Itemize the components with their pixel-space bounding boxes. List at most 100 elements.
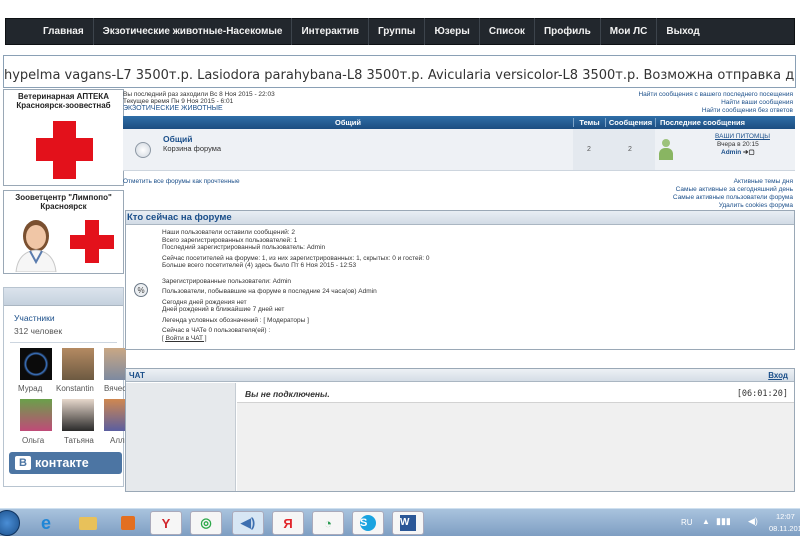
media-player-icon[interactable]	[112, 511, 144, 535]
nav-home[interactable]: Главная	[34, 18, 94, 45]
forum-posts-count: 2	[605, 129, 655, 170]
member-avatars-row2	[16, 399, 126, 433]
most-active-users-link[interactable]: Самые активные пользователи форума	[673, 194, 793, 202]
forum-title-link[interactable]: Общий	[163, 134, 573, 144]
last-post-time: Вчера в 20:15	[717, 141, 759, 148]
marquee-text: hypelma vagans-L7 3500т.р. Lasiodora par…	[4, 68, 795, 83]
member-name[interactable]: Ольга	[22, 436, 44, 445]
avatar[interactable]	[104, 399, 126, 431]
most-active-today-link[interactable]: Самые активные за сегодняшний день	[673, 186, 793, 194]
current-visitors-text: Сейчас посетителей на форуме: 1, из них …	[162, 254, 430, 262]
nav-list[interactable]: Список	[480, 18, 535, 45]
forum-description: Корзина форума	[163, 144, 222, 153]
header-posts: Сообщения	[605, 118, 655, 127]
header-last-posts: Последние сообщения	[655, 118, 795, 127]
vk-logo-icon: В	[15, 456, 31, 470]
header-forum: Общий	[334, 118, 361, 127]
header-topics: Темы	[573, 118, 605, 127]
birthdays-today-text: Сегодня дней рождения нет	[162, 298, 247, 306]
clock-date[interactable]: 08.11.201	[769, 524, 800, 533]
skype-icon[interactable]: S	[352, 511, 384, 535]
chat-login-link[interactable]: Вход	[768, 371, 788, 380]
nav-exotic-animals[interactable]: Экзотические животные-Насекомые	[94, 18, 293, 45]
nav-messages[interactable]: Мои ЛС	[601, 18, 658, 45]
member-name[interactable]: Konstantin	[56, 384, 94, 393]
forum-topics-count: 2	[573, 129, 605, 170]
chat-header: ЧАТ Вход	[126, 369, 794, 382]
yandex-icon[interactable]: Я	[272, 511, 304, 535]
chat-title: ЧАТ	[129, 370, 145, 380]
mark-all-read-link[interactable]: Отметить все форумы как прочтенные	[123, 178, 240, 186]
birthdays-week-text: Дней рождений в ближайшие 7 дней нет	[162, 306, 285, 313]
total-posts-text: Наши пользователи оставили сообщений: 2	[162, 229, 295, 236]
last-post-user-link[interactable]: Admin	[721, 149, 741, 156]
last-registered-text: Последний зарегистрированный пользовател…	[162, 244, 326, 251]
last-post-topic-link[interactable]: ВАШИ ПИТОМЦЫ	[715, 133, 770, 140]
members-widget: Участники 312 человек Мурад Konstantin В…	[3, 287, 131, 487]
doctor-image	[10, 214, 62, 273]
search-unanswered-link[interactable]: Найти сообщения без ответов	[638, 107, 793, 115]
section-link[interactable]: ЭКЗОТИЧЕСКИЕ ЖИВОТНЫЕ	[123, 105, 223, 113]
vet-pharmacy-title: Ветеринарная АПТЕКА Красноярск-зоовестна…	[16, 92, 111, 110]
go-to-post-icon[interactable]: ➔▢	[743, 149, 755, 156]
members-count: 312 человек	[14, 326, 63, 336]
forum-table: Общий Темы Сообщения Последние сообщения…	[123, 116, 795, 171]
user-avatar-icon	[659, 139, 673, 161]
avatar[interactable]	[62, 348, 94, 380]
avatar[interactable]	[62, 399, 94, 431]
avatar[interactable]	[20, 348, 52, 380]
chat-time: [06:01:20]	[736, 389, 788, 399]
chat-panel: ЧАТ Вход Вы не подключены. [06:01:20]	[125, 368, 795, 492]
avatar[interactable]	[104, 348, 126, 380]
total-users-text: Всего зарегистрированных пользователей: …	[162, 236, 298, 244]
clock-time[interactable]: 12:07	[776, 512, 795, 521]
active-topics-link[interactable]: Активные темы дня	[673, 178, 793, 186]
speaker-icon[interactable]: ◀)	[748, 516, 758, 527]
members-title[interactable]: Участники	[4, 306, 123, 323]
enter-chat-link[interactable]: [ Войти в ЧАТ ]	[162, 335, 430, 343]
chat-messages-pane: Вы не подключены. [06:01:20]	[237, 383, 794, 491]
who-is-online-title: Кто сейчас на форуме	[126, 211, 794, 225]
registered-users-text: Зарегистрированные пользователи: Admin	[162, 277, 292, 285]
ie-icon[interactable]: e	[30, 511, 62, 535]
nav-groups[interactable]: Группы	[369, 18, 426, 45]
nav-users[interactable]: Юзеры	[425, 18, 480, 45]
folder-icon[interactable]	[72, 511, 104, 535]
chat-users-text: Сейчас в ЧАТе 0 пользователя(ей) :	[162, 327, 271, 334]
yandex-browser-icon[interactable]: Y	[150, 511, 182, 535]
chat-users-pane	[126, 383, 236, 491]
forum-row: Общий Корзина форума 2 2 ВАШИ ПИТОМЦЫ Вч…	[123, 129, 795, 171]
search-since-last-visit-link[interactable]: Найти сообщения с вашего последнего посе…	[638, 91, 793, 99]
member-avatars-row1	[16, 348, 126, 382]
language-indicator[interactable]: RU	[681, 518, 693, 527]
announcement-marquee: hypelma vagans-L7 3500т.р. Lasiodora par…	[3, 55, 796, 88]
chat-status-text: Вы не подключены.	[245, 389, 330, 399]
delete-cookies-link[interactable]: Удалить cookies форума	[673, 202, 793, 210]
windows-taskbar: e Y ◎ ◀) Я ◔ S W RU ▲ ▮▮▮ ◀) 12:07 08.11…	[0, 508, 800, 536]
vet-pharmacy-widget[interactable]: Ветеринарная АПТЕКА Красноярск-зоовестна…	[3, 89, 124, 186]
volume-app-icon[interactable]: ◀)	[232, 511, 264, 535]
icq-icon[interactable]: ◎	[190, 511, 222, 535]
avatar[interactable]	[20, 399, 52, 431]
legend-text: Легенда условных обозначений : [ Модерат…	[162, 316, 309, 324]
online-stats-icon: %	[134, 283, 148, 297]
tray-arrow-icon[interactable]: ▲	[702, 517, 710, 526]
member-name[interactable]: Татьяна	[64, 436, 94, 445]
zoo-vet-widget[interactable]: Зооветцентр "Лимпопо" Красноярск	[3, 190, 124, 274]
member-name[interactable]: Мурад	[18, 384, 42, 393]
network-icon[interactable]: ▮▮▮	[716, 516, 731, 527]
start-button[interactable]	[0, 510, 20, 536]
vk-label: контакте	[35, 456, 89, 470]
forum-status-icon	[135, 141, 151, 158]
top-navigation: Главная Экзотические животные-Насекомые …	[5, 18, 795, 45]
zoo-vet-title: Зооветцентр "Лимпопо" Красноярск	[15, 193, 112, 211]
nav-logout[interactable]: Выход	[657, 18, 708, 45]
search-my-posts-link[interactable]: Найти ваши сообщения	[638, 99, 793, 107]
vk-app-icon[interactable]: ◔	[312, 511, 344, 535]
vkontakte-button[interactable]: В контакте	[9, 452, 122, 474]
nav-profile[interactable]: Профиль	[535, 18, 601, 45]
word-icon[interactable]: W	[392, 511, 424, 535]
last-24h-users-text: Пользователи, побывавшие на форуме в пос…	[162, 288, 377, 295]
nav-interactive[interactable]: Интерактив	[292, 18, 370, 45]
who-is-online-panel: Кто сейчас на форуме % Наши пользователи…	[125, 210, 795, 350]
